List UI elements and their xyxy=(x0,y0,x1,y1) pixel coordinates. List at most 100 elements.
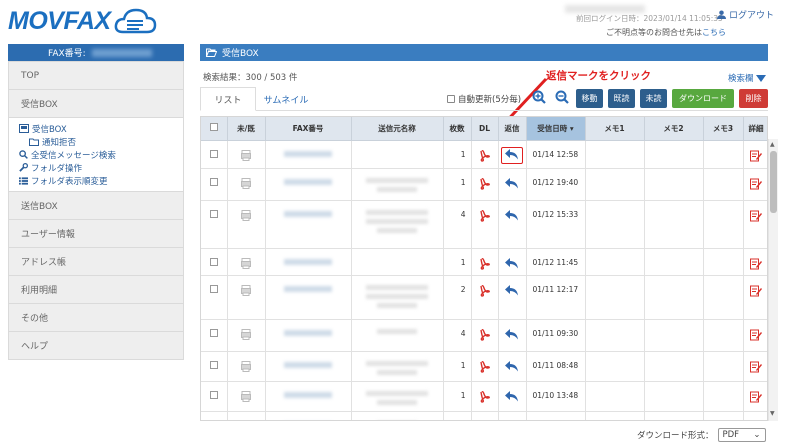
memo2-cell[interactable] xyxy=(644,168,704,201)
sidebar-item-top[interactable]: TOP xyxy=(8,61,184,90)
detail-edit-icon[interactable] xyxy=(750,178,762,190)
mark-read-button[interactable]: 既読 xyxy=(608,89,635,108)
detail-cell[interactable] xyxy=(743,351,767,382)
reply-cell[interactable] xyxy=(498,248,527,276)
memo2-cell[interactable] xyxy=(644,351,704,382)
memo2-cell[interactable] xyxy=(644,200,704,249)
reply-icon[interactable] xyxy=(505,390,519,402)
download-cell[interactable] xyxy=(471,168,499,201)
table-row[interactable]: 1 01/12 11:45 xyxy=(201,248,767,276)
table-row[interactable]: 2 01/11 12:17 xyxy=(201,275,767,320)
table-scrollbar[interactable]: ▲ ▼ xyxy=(768,139,778,421)
reply-cell[interactable] xyxy=(498,168,527,201)
reply-icon[interactable] xyxy=(505,421,519,422)
row-select-cell[interactable] xyxy=(201,411,228,422)
reply-icon[interactable] xyxy=(505,177,519,189)
row-select-cell[interactable] xyxy=(201,140,228,169)
pdf-icon[interactable] xyxy=(479,209,490,222)
row-select-cell[interactable] xyxy=(201,319,228,352)
download-format-select[interactable]: PDF ⌄ xyxy=(717,428,766,442)
download-cell[interactable] xyxy=(471,319,499,352)
memo1-cell[interactable] xyxy=(585,319,645,352)
reply-cell[interactable] xyxy=(498,319,527,352)
reply-icon[interactable] xyxy=(505,284,519,296)
pdf-icon[interactable] xyxy=(479,284,490,297)
reply-highlight[interactable] xyxy=(501,146,523,164)
memo2-cell[interactable] xyxy=(644,381,704,412)
detail-edit-icon[interactable] xyxy=(750,421,762,422)
sidebar-item-help[interactable]: ヘルプ xyxy=(8,332,184,360)
sidebar-item-usage[interactable]: 利用明細 xyxy=(8,276,184,304)
memo1-cell[interactable] xyxy=(585,248,645,276)
table-row[interactable]: 1 01/10 13:48 xyxy=(201,381,767,412)
pdf-icon[interactable] xyxy=(479,149,490,162)
reply-icon[interactable] xyxy=(505,257,519,269)
tab-list[interactable]: リスト xyxy=(200,87,256,111)
table-row[interactable]: 1 01/10 12:52 xyxy=(201,411,767,422)
memo2-cell[interactable] xyxy=(644,411,704,420)
reply-cell[interactable] xyxy=(498,381,527,412)
row-checkbox[interactable] xyxy=(209,390,218,399)
submenu-notify-reject[interactable]: 通知拒否 xyxy=(19,135,183,148)
pdf-icon[interactable] xyxy=(480,421,490,422)
pdf-icon[interactable] xyxy=(479,177,490,190)
memo3-cell[interactable] xyxy=(703,381,744,412)
row-checkbox[interactable] xyxy=(209,209,218,218)
row-checkbox[interactable] xyxy=(209,284,218,293)
reply-icon[interactable] xyxy=(505,209,519,221)
detail-cell[interactable] xyxy=(743,319,767,352)
table-row[interactable]: 1 01/12 19:40 xyxy=(201,168,767,201)
pdf-icon[interactable] xyxy=(479,360,490,373)
submenu-folder-ops[interactable]: フォルダ操作 xyxy=(19,161,183,174)
memo2-cell[interactable] xyxy=(644,275,704,320)
memo3-cell[interactable] xyxy=(703,351,744,382)
download-cell[interactable] xyxy=(471,381,499,412)
memo2-cell[interactable] xyxy=(644,248,704,276)
header-select-all[interactable] xyxy=(201,117,228,141)
download-button[interactable]: ダウンロード xyxy=(672,89,734,108)
memo2-cell[interactable] xyxy=(644,140,704,169)
scroll-up-icon[interactable]: ▲ xyxy=(770,141,775,148)
detail-edit-icon[interactable] xyxy=(750,285,762,297)
zoom-out-icon[interactable] xyxy=(555,90,569,104)
memo1-cell[interactable] xyxy=(585,351,645,382)
detail-edit-icon[interactable] xyxy=(750,150,762,162)
sidebar-item-user-info[interactable]: ユーザー情報 xyxy=(8,220,184,248)
mark-unread-button[interactable]: 未読 xyxy=(640,89,667,108)
detail-cell[interactable] xyxy=(743,248,767,276)
detail-edit-icon[interactable] xyxy=(750,258,762,270)
detail-edit-icon[interactable] xyxy=(750,361,762,373)
reply-cell[interactable] xyxy=(498,275,527,320)
reply-cell[interactable] xyxy=(498,200,527,249)
row-checkbox[interactable] xyxy=(209,360,218,369)
memo3-cell[interactable] xyxy=(703,319,744,352)
detail-cell[interactable] xyxy=(743,411,767,422)
download-cell[interactable] xyxy=(471,200,499,249)
reply-icon[interactable] xyxy=(505,148,519,160)
detail-edit-icon[interactable] xyxy=(750,329,762,341)
table-row[interactable]: 1 01/11 08:48 xyxy=(201,351,767,382)
inquiry-link[interactable]: こちら xyxy=(702,28,726,37)
submenu-inbox[interactable]: 受信BOX xyxy=(19,122,183,135)
row-select-cell[interactable] xyxy=(201,248,228,276)
reply-cell[interactable] xyxy=(498,351,527,382)
memo3-cell[interactable] xyxy=(703,168,744,201)
detail-cell[interactable] xyxy=(743,168,767,201)
download-cell[interactable] xyxy=(471,248,499,276)
memo3-cell[interactable] xyxy=(703,140,744,169)
download-cell[interactable] xyxy=(471,351,499,382)
search-panel-toggle[interactable]: 検索欄 xyxy=(728,72,766,84)
row-checkbox[interactable] xyxy=(210,421,218,422)
row-select-cell[interactable] xyxy=(201,200,228,249)
download-cell[interactable] xyxy=(471,140,499,169)
detail-cell[interactable] xyxy=(743,381,767,412)
memo3-cell[interactable] xyxy=(703,248,744,276)
detail-cell[interactable] xyxy=(743,200,767,249)
delete-button[interactable]: 削除 xyxy=(739,89,768,108)
pdf-icon[interactable] xyxy=(479,390,490,403)
scroll-thumb[interactable] xyxy=(770,151,777,213)
row-select-cell[interactable] xyxy=(201,351,228,382)
detail-edit-icon[interactable] xyxy=(750,210,762,222)
memo1-cell[interactable] xyxy=(585,381,645,412)
logout-link[interactable]: ログアウト xyxy=(717,8,774,21)
